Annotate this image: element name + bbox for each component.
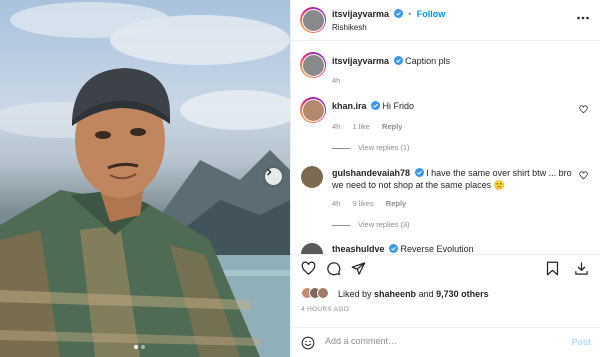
comment-icon[interactable] [326, 261, 341, 276]
comment-partial: theashuldve Reverse Evolution [291, 240, 600, 254]
comment-username[interactable]: theashuldve [332, 244, 385, 254]
author-username[interactable]: itsvijayvarma [332, 9, 389, 19]
instagram-post: itsvijayvarma • Follow Rishikesh itsvija… [0, 0, 600, 357]
post-timestamp[interactable]: 4 HOURS AGO [301, 306, 349, 313]
comment: khan.ira Hi Frido [332, 100, 414, 112]
heart-icon[interactable] [301, 261, 316, 276]
caption-text: Caption pls [405, 56, 451, 66]
post-photo[interactable] [0, 0, 290, 357]
view-replies-button[interactable]: View replies (3) [332, 220, 410, 229]
comment-username[interactable]: khan.ira [332, 101, 367, 111]
action-bar [291, 258, 600, 280]
likes-others[interactable]: 9,730 others [436, 289, 489, 299]
comment-likes[interactable]: 9 likes [352, 199, 373, 208]
post-location[interactable]: Rishikesh [332, 23, 367, 32]
post-details-panel: itsvijayvarma • Follow Rishikesh itsvija… [290, 0, 600, 357]
comment: theashuldve Reverse Evolution [332, 243, 474, 254]
header-separator: • [408, 9, 412, 19]
likes-user[interactable]: shaheenb [374, 289, 416, 299]
selfie-illustration [0, 2, 290, 357]
comment-text: Hi Frido [382, 101, 415, 111]
comment-time: 4h [332, 199, 341, 208]
post-comment-button[interactable]: Post [571, 337, 591, 347]
comment-avatar[interactable] [301, 166, 323, 188]
verified-badge-icon [371, 101, 381, 110]
verified-badge-icon [393, 56, 403, 65]
follow-button[interactable]: Follow [417, 9, 446, 19]
download-icon[interactable] [574, 261, 589, 276]
comment-time: 4h [332, 122, 341, 131]
caption-avatar[interactable] [300, 52, 326, 78]
post-header: itsvijayvarma • Follow Rishikesh [291, 0, 600, 41]
reply-button[interactable]: Reply [382, 122, 402, 131]
bookmark-icon[interactable] [546, 261, 559, 276]
comment-meta: 4h 9 likes Reply [332, 199, 406, 208]
chevron-right-icon [267, 168, 272, 176]
section-divider [291, 254, 600, 255]
reply-button[interactable]: Reply [386, 199, 406, 208]
verified-badge-icon [414, 168, 424, 177]
carousel-dot [134, 345, 138, 349]
comment-avatar[interactable] [301, 243, 323, 254]
emoji-icon[interactable] [301, 336, 315, 350]
comment-avatar[interactable] [300, 97, 326, 123]
more-options-icon[interactable] [577, 16, 589, 20]
likes-connector: and [418, 289, 434, 299]
comment-username[interactable]: gulshandevaiah78 [332, 168, 410, 178]
likes-prefix: Liked by [338, 289, 372, 299]
liker-avatars[interactable] [301, 287, 329, 299]
comment-meta: 4h 1 like Reply [332, 122, 402, 131]
like-comment-heart-icon[interactable] [579, 105, 588, 114]
liker-avatar [317, 287, 329, 299]
header-username-row: itsvijayvarma • Follow [332, 9, 445, 19]
caption-username[interactable]: itsvijayvarma [332, 56, 389, 66]
carousel-dots [134, 345, 145, 349]
comment-text: Reverse Evolution [400, 244, 474, 254]
add-comment-bar: Post [291, 327, 600, 357]
view-replies-label: View replies (3) [358, 220, 410, 229]
likes-summary: Liked by shaheenb and 9,730 others [338, 288, 489, 300]
like-comment-heart-icon[interactable] [579, 171, 588, 180]
comment-input[interactable] [325, 336, 555, 346]
verified-badge-icon [393, 9, 403, 18]
caption: itsvijayvarma Caption pls [332, 55, 450, 67]
next-photo-button[interactable] [265, 168, 282, 185]
share-icon[interactable] [351, 261, 366, 276]
author-avatar[interactable] [300, 7, 326, 33]
comment: gulshandevaiah78 I have the same over sh… [332, 167, 577, 191]
view-replies-button[interactable]: View replies (1) [332, 143, 410, 152]
verified-badge-icon [389, 244, 399, 253]
comment-likes[interactable]: 1 like [352, 122, 370, 131]
caption-time: 4h [332, 76, 341, 85]
carousel-dot [141, 345, 145, 349]
view-replies-label: View replies (1) [358, 143, 410, 152]
